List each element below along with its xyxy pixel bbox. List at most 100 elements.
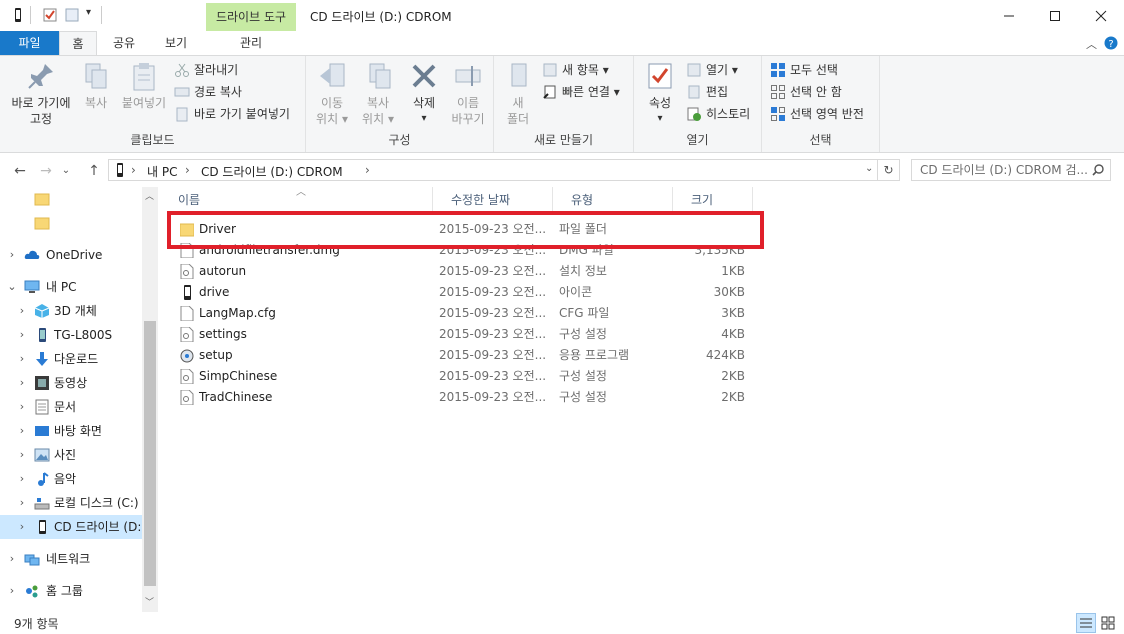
collapse-ribbon-icon[interactable]: ︿ [1086, 36, 1097, 52]
new-group-label: 새로 만들기 [533, 133, 593, 147]
nav-item-quick-folder[interactable] [0, 211, 142, 235]
chevron-right-icon[interactable]: › [6, 547, 18, 571]
close-button[interactable] [1078, 0, 1124, 31]
chevron-right-icon[interactable]: › [16, 371, 28, 395]
large-icons-view-button[interactable] [1098, 613, 1118, 633]
copy-button[interactable]: 복사 [78, 60, 114, 111]
file-row[interactable]: drive 2015-09-23 오전... 아이콘 30KB [176, 282, 762, 303]
nav-item-quick-folder[interactable] [0, 187, 142, 211]
nav-item-cd-drive[interactable]: › CD 드라이브 (D:) CDROM [0, 515, 142, 539]
nav-item-music[interactable]: › 음악 [0, 467, 142, 491]
nav-item-device[interactable]: › TG-L800S [0, 323, 142, 347]
minimize-button[interactable] [986, 0, 1032, 31]
chevron-right-icon[interactable]: › [6, 579, 18, 603]
file-row[interactable]: autorun 2015-09-23 오전... 설치 정보 1KB [176, 261, 762, 282]
nav-item-pictures[interactable]: › 사진 [0, 443, 142, 467]
refresh-button[interactable]: ↻ [878, 159, 900, 181]
nav-item-my-pc[interactable]: ⌄ 내 PC [0, 275, 142, 299]
nav-item-homegroup[interactable]: › 홈 그룹 [0, 579, 142, 603]
breadcrumb-my-pc[interactable]: 내 PC [147, 163, 177, 180]
nav-item-downloads[interactable]: › 다운로드 [0, 347, 142, 371]
copy-to-button[interactable]: 복사 위치 ▾ [356, 60, 400, 127]
column-header-date[interactable]: 수정한 날짜 [433, 187, 553, 213]
tab-manage[interactable]: 관리 [206, 31, 296, 55]
easy-access-label: 빠른 연결 [562, 85, 610, 99]
chevron-down-icon[interactable]: ⌄ [6, 275, 18, 299]
paste-button[interactable]: 붙여넣기 [118, 60, 170, 111]
column-header-size[interactable]: 크기 [673, 187, 753, 213]
nav-scrollbar-thumb[interactable] [144, 321, 156, 586]
history-button[interactable]: 히스토리 [686, 104, 750, 124]
chevron-right-icon[interactable]: › [16, 467, 28, 491]
chevron-right-icon[interactable]: › [16, 491, 28, 515]
nav-item-desktop[interactable]: › 바탕 화면 [0, 419, 142, 443]
cut-label: 잘라내기 [194, 63, 239, 77]
chevron-right-icon[interactable]: › [16, 323, 28, 347]
chevron-right-icon[interactable]: › [16, 347, 28, 371]
nav-item-network[interactable]: › 네트워크 [0, 547, 142, 571]
move-to-label-2: 위치 ▾ [316, 112, 348, 126]
chevron-right-icon[interactable]: › [16, 299, 28, 323]
search-input[interactable]: CD 드라이브 (D:) CDROM 검... [911, 159, 1111, 181]
edit-button[interactable]: 편집 [686, 82, 728, 102]
nav-item-documents[interactable]: › 문서 [0, 395, 142, 419]
file-row[interactable]: settings 2015-09-23 오전... 구성 설정 4KB [176, 324, 762, 345]
column-header-name[interactable]: 이름 [160, 187, 433, 213]
file-row[interactable]: TradChinese 2015-09-23 오전... 구성 설정 2KB [176, 387, 762, 408]
properties-button[interactable]: 속성 ▾ [640, 60, 680, 127]
maximize-button[interactable] [1032, 0, 1078, 31]
nav-item-3d-objects[interactable]: › 3D 개체 [0, 299, 142, 323]
item-count: 9개 항목 [14, 617, 59, 631]
nav-scrollbar[interactable]: ︿ ﹀ [142, 187, 158, 612]
column-header-type[interactable]: 유형 [553, 187, 673, 213]
chevron-right-icon[interactable]: › [16, 515, 28, 539]
tab-home[interactable]: 홈 [59, 31, 97, 55]
scroll-up-icon[interactable]: ︿ [145, 189, 154, 202]
recent-locations-button[interactable]: ⌄ [56, 161, 76, 181]
cloud-icon [24, 250, 40, 259]
scroll-down-icon[interactable]: ﹀ [145, 595, 154, 608]
cut-button[interactable]: 잘라내기 [174, 60, 238, 80]
help-icon[interactable]: ? [1104, 36, 1118, 50]
details-view-button[interactable] [1076, 613, 1096, 633]
address-bar[interactable]: › 내 PC › CD 드라이브 (D:) CDROM › ⌄ [108, 159, 878, 181]
up-button[interactable]: ↑ [84, 161, 104, 181]
nav-item-onedrive[interactable]: › OneDrive [0, 243, 142, 267]
forward-button[interactable]: → [36, 161, 56, 181]
phone-icon[interactable] [10, 7, 26, 23]
breadcrumb-cd-drive[interactable]: CD 드라이브 (D:) CDROM [201, 163, 343, 180]
nav-item-local-disk[interactable]: › 로컬 디스크 (C:) [0, 491, 142, 515]
easy-access-button[interactable]: 빠른 연결 ▾ [542, 82, 620, 102]
new-folder-button[interactable]: 새 폴더 [500, 60, 536, 127]
paste-label: 붙여넣기 [121, 96, 167, 110]
file-row[interactable]: LangMap.cfg 2015-09-23 오전... CFG 파일 3KB [176, 303, 762, 324]
move-to-button[interactable]: 이동 위치 ▾ [310, 60, 354, 127]
select-none-button[interactable]: 선택 안 함 [770, 82, 842, 102]
customize-quick-access-icon[interactable]: ▾ [86, 7, 91, 18]
history-label: 히스토리 [706, 107, 751, 121]
tab-share[interactable]: 공유 [103, 31, 145, 55]
file-row[interactable]: SimpChinese 2015-09-23 오전... 구성 설정 2KB [176, 366, 762, 387]
nav-item-videos[interactable]: › 동영상 [0, 371, 142, 395]
chevron-right-icon[interactable]: › [16, 395, 28, 419]
rename-button[interactable]: 이름 바꾸기 [446, 60, 490, 127]
pin-quick-access-button[interactable]: 바로 가기에 고정 [6, 60, 76, 127]
new-folder-icon[interactable] [64, 7, 80, 23]
chevron-right-icon[interactable]: › [16, 443, 28, 467]
file-row[interactable]: setup 2015-09-23 오전... 응용 프로그램 424KB [176, 345, 762, 366]
chevron-right-icon[interactable]: › [6, 243, 18, 267]
tab-view[interactable]: 보기 [153, 31, 199, 55]
back-button[interactable]: ← [10, 161, 30, 181]
delete-button[interactable]: 삭제 ▾ [404, 60, 444, 127]
properties-icon[interactable] [42, 7, 58, 23]
rename-label: 이름 [456, 96, 480, 110]
chevron-right-icon[interactable]: › [16, 419, 28, 443]
paste-shortcut-button[interactable]: 바로 가기 붙여넣기 [174, 104, 290, 124]
select-all-button[interactable]: 모두 선택 [770, 60, 838, 80]
invert-selection-button[interactable]: 선택 영역 반전 [770, 104, 864, 124]
address-dropdown-icon[interactable]: ⌄ [865, 163, 873, 174]
open-button[interactable]: 열기 ▾ [686, 60, 738, 80]
tab-file[interactable]: 파일 [0, 31, 59, 55]
new-item-button[interactable]: 새 항목 ▾ [542, 60, 609, 80]
copy-path-button[interactable]: 경로 복사 [174, 82, 242, 102]
